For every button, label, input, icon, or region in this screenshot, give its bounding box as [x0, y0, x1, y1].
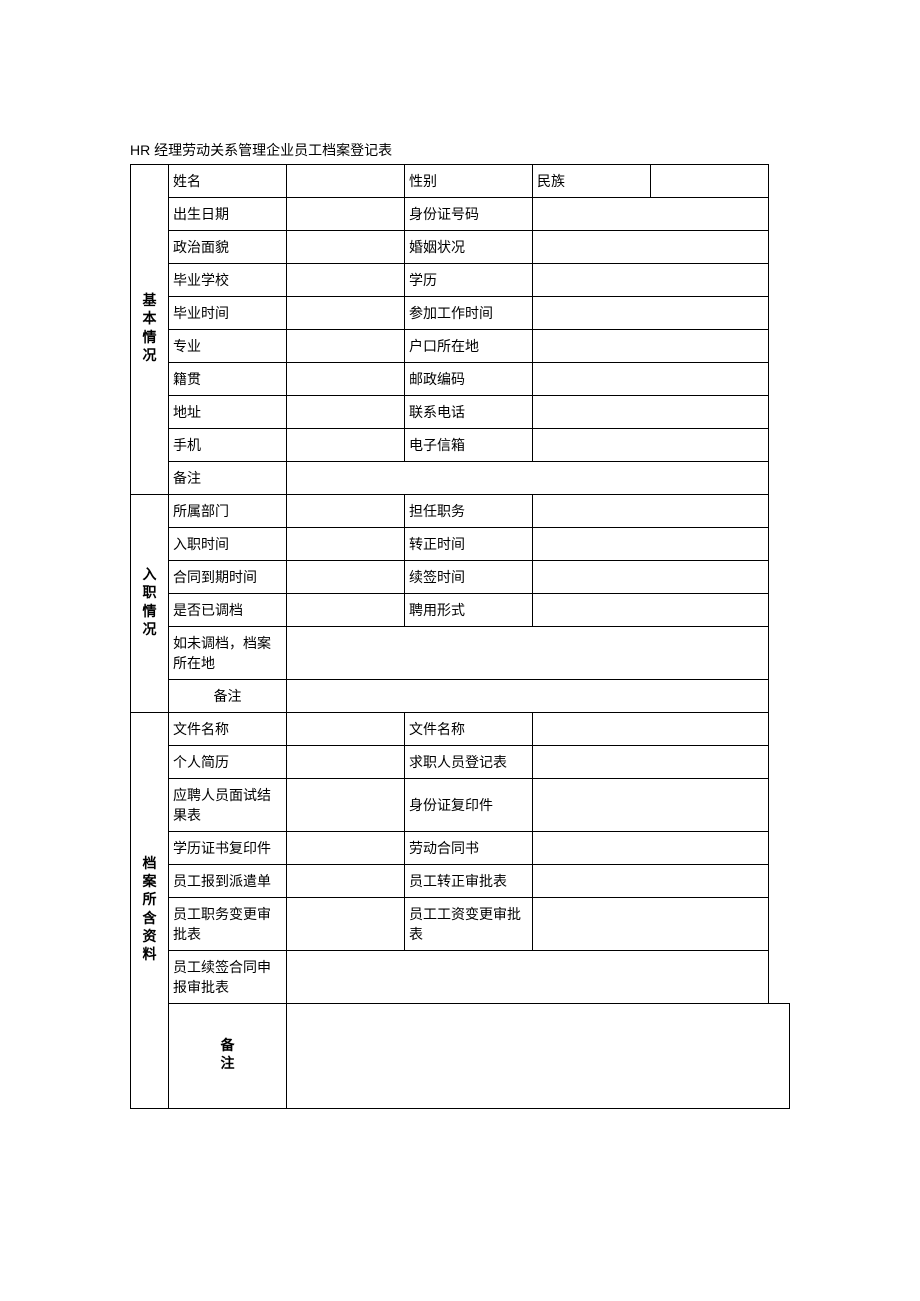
label-labor-contract: 劳动合同书: [405, 832, 533, 865]
value-id-number: [533, 198, 769, 231]
label-graduation-time: 毕业时间: [169, 297, 287, 330]
label-gender: 性别: [405, 165, 533, 198]
label-resume: 个人简历: [169, 746, 287, 779]
value-position-change: [287, 898, 405, 951]
label-entry-date: 入职时间: [169, 528, 287, 561]
label-employment-remark: 备注: [169, 680, 287, 713]
value-basic-remark: [287, 462, 769, 495]
label-id-number: 身份证号码: [405, 198, 533, 231]
label-file-name-2: 文件名称: [405, 713, 533, 746]
employee-archive-table: 基本情况 姓名 性别 民族 出生日期 身份证号码 政治面貌 婚姻状况 毕业学校 …: [130, 164, 790, 1109]
label-diploma-copy: 学历证书复印件: [169, 832, 287, 865]
value-native-place: [287, 363, 405, 396]
value-employment-type: [533, 594, 769, 627]
label-position: 担任职务: [405, 495, 533, 528]
value-graduation-time: [287, 297, 405, 330]
label-school: 毕业学校: [169, 264, 287, 297]
value-dispatch-form: [287, 865, 405, 898]
label-mobile: 手机: [169, 429, 287, 462]
value-phone: [533, 396, 769, 429]
label-contract-expire: 合同到期时间: [169, 561, 287, 594]
label-address: 地址: [169, 396, 287, 429]
value-file-name-2: [533, 713, 769, 746]
value-education: [533, 264, 769, 297]
label-job-reg: 求职人员登记表: [405, 746, 533, 779]
value-contract-expire: [287, 561, 405, 594]
label-regular-approval: 员工转正审批表: [405, 865, 533, 898]
label-basic-remark: 备注: [169, 462, 287, 495]
value-employment-remark: [287, 680, 769, 713]
label-phone: 联系电话: [405, 396, 533, 429]
label-salary-change: 员工工资变更审批表: [405, 898, 533, 951]
label-department: 所属部门: [169, 495, 287, 528]
value-birthdate: [287, 198, 405, 231]
value-job-reg: [533, 746, 769, 779]
value-political: [287, 231, 405, 264]
label-work-start: 参加工作时间: [405, 297, 533, 330]
label-renewal-date: 续签时间: [405, 561, 533, 594]
value-address: [287, 396, 405, 429]
value-renewal-approval: [287, 951, 769, 1004]
value-hukou: [533, 330, 769, 363]
value-work-start: [533, 297, 769, 330]
value-final-remark: [287, 1004, 790, 1109]
value-regular-date: [533, 528, 769, 561]
page-title: HR 经理劳动关系管理企业员工档案登记表: [130, 140, 790, 160]
label-marital: 婚姻状况: [405, 231, 533, 264]
label-archive-location: 如未调档，档案所在地: [169, 627, 287, 680]
value-postal-code: [533, 363, 769, 396]
value-file-name-1: [287, 713, 405, 746]
value-renewal-date: [533, 561, 769, 594]
label-position-change: 员工职务变更审批表: [169, 898, 287, 951]
label-regular-date: 转正时间: [405, 528, 533, 561]
value-interview-result: [287, 779, 405, 832]
value-regular-approval: [533, 865, 769, 898]
label-major: 专业: [169, 330, 287, 363]
label-political: 政治面貌: [169, 231, 287, 264]
value-school: [287, 264, 405, 297]
label-employment-type: 聘用形式: [405, 594, 533, 627]
label-renewal-approval: 员工续签合同申报审批表: [169, 951, 287, 1004]
label-birthdate: 出生日期: [169, 198, 287, 231]
value-position: [533, 495, 769, 528]
section-documents-header: 档案所含资料: [131, 713, 169, 1109]
label-id-copy: 身份证复印件: [405, 779, 533, 832]
label-interview-result: 应聘人员面试结果表: [169, 779, 287, 832]
section-employment-header: 入职情况: [131, 495, 169, 713]
label-education: 学历: [405, 264, 533, 297]
label-native-place: 籍贯: [169, 363, 287, 396]
label-name: 姓名: [169, 165, 287, 198]
value-archive-location: [287, 627, 769, 680]
value-major: [287, 330, 405, 363]
value-id-copy: [533, 779, 769, 832]
label-postal-code: 邮政编码: [405, 363, 533, 396]
value-ethnicity: [651, 165, 769, 198]
section-remark-header: 备注: [169, 1004, 287, 1109]
value-labor-contract: [533, 832, 769, 865]
label-file-name-1: 文件名称: [169, 713, 287, 746]
label-email: 电子信箱: [405, 429, 533, 462]
value-entry-date: [287, 528, 405, 561]
value-mobile: [287, 429, 405, 462]
value-salary-change: [533, 898, 769, 951]
label-hukou: 户口所在地: [405, 330, 533, 363]
label-dispatch-form: 员工报到派遣单: [169, 865, 287, 898]
value-name: [287, 165, 405, 198]
value-diploma-copy: [287, 832, 405, 865]
label-ethnicity: 民族: [533, 165, 651, 198]
value-transferred: [287, 594, 405, 627]
value-email: [533, 429, 769, 462]
section-basic-header: 基本情况: [131, 165, 169, 495]
value-resume: [287, 746, 405, 779]
label-transferred: 是否已调档: [169, 594, 287, 627]
value-marital: [533, 231, 769, 264]
value-department: [287, 495, 405, 528]
